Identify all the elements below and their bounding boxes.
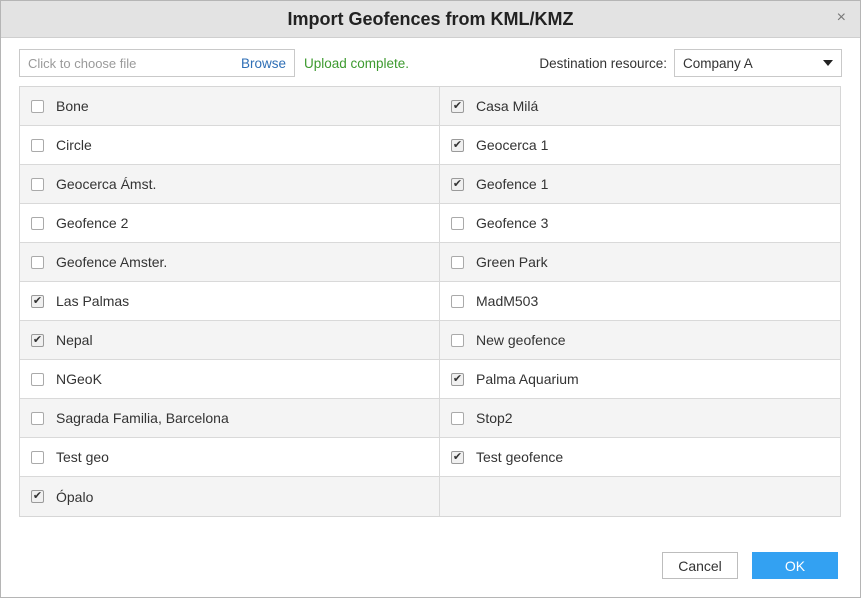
geofence-label: Geocerca 1 [476, 137, 549, 153]
geofence-list: Bone ✔ Casa Milá Circle ✔ Geocerca 1 Geocerca … [19, 86, 841, 517]
checkbox-unchecked[interactable] [31, 372, 44, 386]
checkbox-unchecked[interactable] [31, 99, 44, 113]
checkbox-unchecked[interactable] [31, 411, 44, 425]
geofence-label: Geofence 1 [476, 176, 549, 192]
geofence-label: Geofence 2 [56, 215, 129, 231]
checkbox-unchecked[interactable] [31, 138, 44, 152]
checkbox-unchecked[interactable] [31, 255, 44, 269]
geofence-item[interactable]: ✔ Las Palmas [20, 282, 440, 321]
upload-status: Upload complete. [304, 55, 410, 71]
geofence-label: Sagrada Familia, Barcelona [56, 410, 229, 426]
file-chooser[interactable]: Click to choose file Browse [19, 49, 295, 77]
destination-resource-select[interactable]: Company A [674, 49, 842, 77]
checkbox-unchecked[interactable] [31, 450, 44, 464]
geofence-label: NGeoK [56, 371, 102, 387]
checkbox-unchecked[interactable] [451, 255, 464, 269]
chevron-down-icon [823, 60, 833, 66]
ok-button[interactable]: OK [752, 552, 838, 579]
geofence-item[interactable]: Bone [20, 87, 440, 126]
geofence-item[interactable]: ✔ Palma Aquarium [440, 360, 840, 399]
checkbox-checked[interactable]: ✔ [31, 490, 44, 503]
checkbox-unchecked[interactable] [451, 294, 464, 308]
geofence-label: Green Park [476, 254, 548, 270]
destination-resource-value: Company A [683, 55, 753, 71]
geofence-label: MadM503 [476, 293, 539, 309]
geofence-item[interactable]: Geocerca Ámst. [20, 165, 440, 204]
geofence-item[interactable]: Stop2 [440, 399, 840, 438]
browse-button[interactable]: Browse [241, 56, 286, 71]
geofence-label: Casa Milá [476, 98, 539, 114]
geofence-label: Geocerca Ámst. [56, 176, 157, 192]
geofence-item[interactable]: Geofence 3 [440, 204, 840, 243]
import-toolbar: Click to choose file Browse Upload compl… [19, 48, 842, 78]
geofence-item[interactable]: MadM503 [440, 282, 840, 321]
checkbox-checked[interactable]: ✔ [451, 372, 464, 386]
geofence-item[interactable]: Test geo [20, 438, 440, 477]
geofence-item[interactable]: ✔ Casa Milá [440, 87, 840, 126]
empty-cell [440, 477, 840, 516]
geofence-label: Geofence 3 [476, 215, 549, 231]
checkbox-unchecked[interactable] [31, 216, 44, 230]
checkbox-unchecked[interactable] [31, 177, 44, 191]
geofence-item[interactable]: ✔ Geocerca 1 [440, 126, 840, 165]
checkbox-unchecked[interactable] [451, 411, 464, 425]
checkbox-checked[interactable]: ✔ [451, 138, 464, 152]
geofence-label: Bone [56, 98, 89, 114]
checkbox-checked[interactable]: ✔ [451, 177, 464, 191]
checkbox-checked[interactable]: ✔ [451, 450, 464, 464]
geofence-label: Test geo [56, 449, 109, 465]
dialog-titlebar: Import Geofences from KML/KMZ × [1, 1, 860, 38]
checkbox-unchecked[interactable] [451, 216, 464, 230]
checkbox-checked[interactable]: ✔ [451, 99, 464, 113]
geofence-item[interactable]: ✔ Geofence 1 [440, 165, 840, 204]
geofence-item[interactable]: Green Park [440, 243, 840, 282]
geofence-label: Ópalo [56, 488, 94, 505]
cancel-button[interactable]: Cancel [662, 552, 738, 579]
geofence-label: Stop2 [476, 410, 513, 426]
close-icon[interactable]: × [837, 10, 846, 26]
geofence-item[interactable]: Circle [20, 126, 440, 165]
geofence-item[interactable]: ✔ Ópalo [20, 477, 440, 516]
import-geofences-dialog: Import Geofences from KML/KMZ × Click to… [0, 0, 861, 598]
geofence-item[interactable]: NGeoK [20, 360, 440, 399]
geofence-item[interactable]: Geofence Amster. [20, 243, 440, 282]
checkbox-unchecked[interactable] [451, 333, 464, 347]
geofence-item[interactable]: Geofence 2 [20, 204, 440, 243]
geofence-label: Test geofence [476, 449, 564, 465]
geofence-item[interactable]: ✔ Nepal [20, 321, 440, 360]
geofence-label: Nepal [56, 332, 93, 348]
geofence-label: New geofence [476, 332, 566, 348]
geofence-item[interactable]: Sagrada Familia, Barcelona [20, 399, 440, 438]
file-chooser-placeholder: Click to choose file [28, 55, 137, 71]
geofence-item[interactable]: New geofence [440, 321, 840, 360]
dialog-footer: Cancel OK [662, 552, 838, 579]
checkbox-checked[interactable]: ✔ [31, 333, 44, 347]
dialog-title: Import Geofences from KML/KMZ [287, 8, 574, 29]
geofence-item[interactable]: ✔ Test geofence [440, 438, 840, 477]
checkbox-checked[interactable]: ✔ [31, 294, 44, 308]
geofence-label: Las Palmas [56, 293, 130, 309]
geofence-label: Palma Aquarium [476, 371, 579, 387]
destination-resource-label: Destination resource: [539, 55, 667, 71]
geofence-label: Geofence Amster. [56, 254, 168, 270]
geofence-label: Circle [56, 137, 92, 153]
